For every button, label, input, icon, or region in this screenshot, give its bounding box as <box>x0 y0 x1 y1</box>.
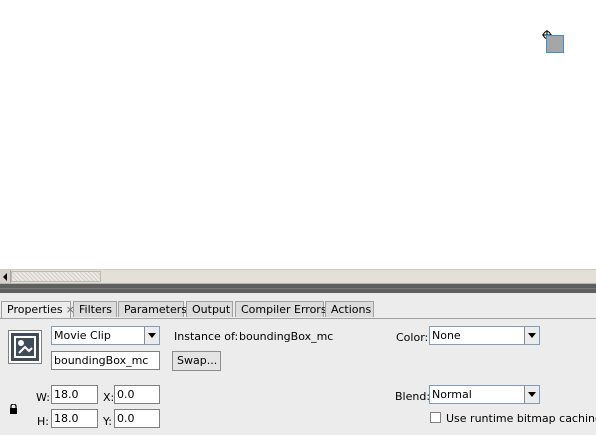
tab-actions[interactable]: Actions <box>325 301 374 317</box>
color-value: None <box>432 329 461 342</box>
x-position-field[interactable]: 0.0 <box>114 385 160 404</box>
instance-of-value: boundingBox_mc <box>239 330 334 343</box>
scroll-left-arrow-icon[interactable] <box>0 270 11 283</box>
tab-label: Compiler Errors <box>241 303 327 316</box>
blend-value: Normal <box>432 388 472 401</box>
bitmap-caching-label: Use runtime bitmap caching <box>446 412 596 425</box>
tab-properties[interactable]: Properties × <box>1 301 75 318</box>
chevron-down-icon[interactable] <box>524 386 539 403</box>
swap-button[interactable]: Swap... <box>172 351 221 371</box>
instance-of-label: Instance of: <box>174 330 239 343</box>
chevron-down-icon[interactable] <box>144 327 159 344</box>
lock-icon[interactable] <box>9 404 18 414</box>
height-label: H: <box>37 415 49 428</box>
properties-panel: Properties × Filters Parameters Output Co… <box>0 293 596 435</box>
bitmap-caching-checkbox[interactable] <box>430 412 441 423</box>
height-value: 18.0 <box>54 412 79 425</box>
panel-divider[interactable] <box>0 284 596 293</box>
color-select[interactable]: None <box>429 326 540 345</box>
tab-label: Parameters <box>124 303 187 316</box>
x-value: 0.0 <box>117 388 135 401</box>
chevron-down-icon[interactable] <box>524 327 539 344</box>
x-label: X: <box>103 391 115 404</box>
symbol-type-value: Movie Clip <box>54 329 111 342</box>
y-value: 0.0 <box>117 412 135 425</box>
tab-label: Actions <box>331 303 372 316</box>
tab-label: Output <box>192 303 231 316</box>
instance-name-value: boundingBox_mc <box>54 354 149 367</box>
instance-name-field[interactable]: boundingBox_mc <box>51 351 160 370</box>
y-label: Y: <box>103 415 112 428</box>
movie-clip-icon <box>8 330 42 364</box>
symbol-type-select[interactable]: Movie Clip <box>51 326 160 345</box>
blend-label: Blend: <box>395 390 431 403</box>
color-label: Color: <box>396 331 429 344</box>
scrollbar-thumb[interactable] <box>11 271 101 282</box>
tab-filters[interactable]: Filters <box>73 301 117 317</box>
height-field[interactable]: 18.0 <box>51 409 98 428</box>
tab-compiler-errors[interactable]: Compiler Errors <box>235 301 327 317</box>
blend-select[interactable]: Normal <box>429 385 540 404</box>
bounding-box-movie-clip[interactable] <box>546 35 564 53</box>
tab-label: Filters <box>79 303 112 316</box>
stage-canvas[interactable] <box>0 0 596 269</box>
tab-parameters[interactable]: Parameters <box>118 301 187 317</box>
panel-tab-bar: Properties × Filters Parameters Output Co… <box>0 301 596 319</box>
tab-label: Properties <box>7 303 63 316</box>
y-position-field[interactable]: 0.0 <box>114 409 160 428</box>
width-field[interactable]: 18.0 <box>51 385 98 404</box>
tab-output[interactable]: Output <box>186 301 233 317</box>
width-label: W: <box>36 391 50 404</box>
horizontal-scrollbar[interactable] <box>0 269 596 284</box>
width-value: 18.0 <box>54 388 79 401</box>
